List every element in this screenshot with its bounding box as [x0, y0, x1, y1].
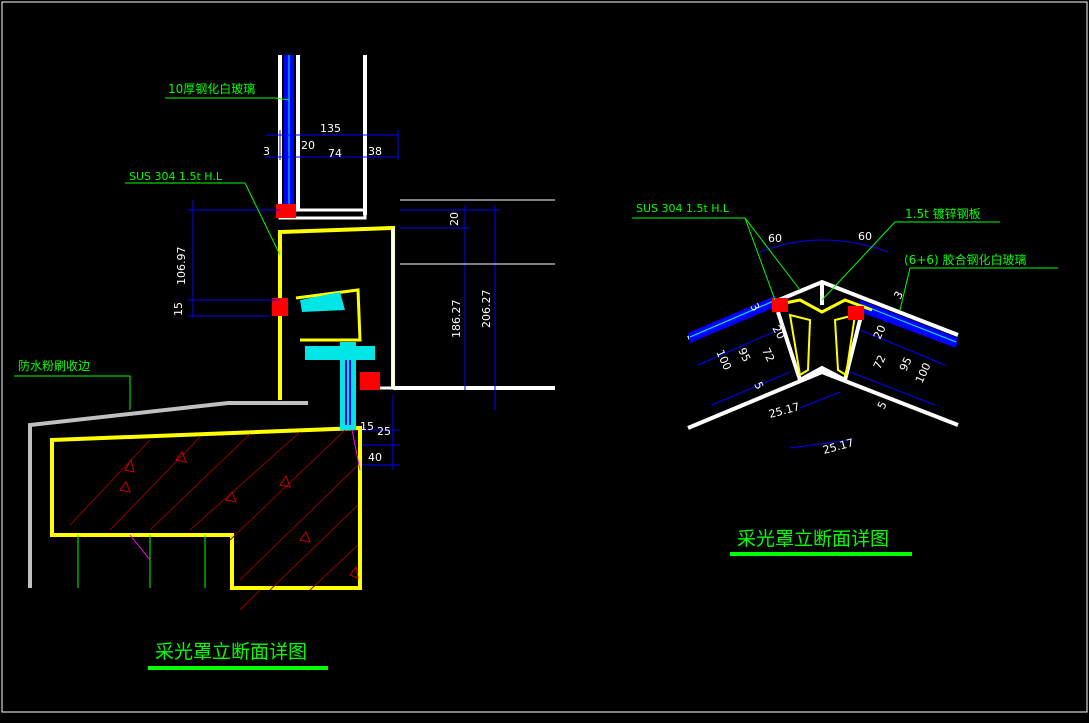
label-laminated-glass: (6+6) 胶合钢化白玻璃 — [904, 252, 1027, 267]
dim-38: 38 — [368, 145, 382, 158]
stainless-steel-profile — [278, 225, 555, 400]
dim-60-left: 60 — [768, 232, 782, 245]
gasket-icon — [276, 204, 296, 218]
dim-5-left: 5 — [751, 380, 766, 392]
dim-106-97: 106.97 — [175, 247, 188, 286]
dim-206-27: 206.27 — [480, 290, 493, 329]
dim-95-left: 95 — [735, 346, 753, 364]
left-detail-title: 采光罩立断面详图 — [155, 641, 307, 663]
right-section-detail: 60 60 3 20 100 95 72 5 3 20 72 95 100 5 … — [632, 202, 1058, 556]
dim-74: 74 — [328, 147, 342, 160]
gasket-left-icon — [772, 298, 788, 312]
viewport-border — [1, 1, 1088, 713]
glass-panel — [276, 55, 367, 220]
dim-5-right: 5 — [875, 399, 890, 411]
dim-20: 20 — [301, 139, 315, 152]
dim-40: 40 — [368, 451, 382, 464]
dim-25-17-b: 25.17 — [821, 436, 855, 457]
cad-drawing-canvas: 135 3 20 74 38 20 106.97 15 186.27 206.2… — [1, 1, 1088, 713]
dim-135: 135 — [320, 122, 341, 135]
label-sus304: SUS 304 1.5t H.L — [129, 170, 223, 183]
dim-100-right: 100 — [913, 361, 934, 386]
dim-3-right: 3 — [891, 289, 906, 302]
dim-25: 25 — [377, 425, 391, 438]
right-detail-title: 采光罩立断面详图 — [737, 528, 889, 550]
dim-95-right: 95 — [897, 355, 915, 373]
concrete-slab — [50, 425, 362, 611]
gasket-right-icon — [848, 306, 864, 320]
dim-25-17-a: 25.17 — [767, 400, 801, 421]
dim-100-left: 100 — [713, 348, 734, 373]
label-galvanized-steel: 1.5t 镀锌钢板 — [905, 207, 981, 221]
dim-186-27: 186.27 — [450, 300, 463, 339]
dim-20-right: 20 — [871, 323, 889, 341]
dim-72-right: 72 — [871, 353, 889, 371]
dim-3: 3 — [263, 145, 270, 158]
anchor-bracket — [272, 292, 380, 471]
label-waterproof: 防水粉刷收边 — [18, 358, 90, 373]
dim-15-bottom: 15 — [360, 420, 374, 433]
label-sus304-right: SUS 304 1.5t H.L — [636, 202, 730, 215]
left-section-detail: 135 3 20 74 38 20 106.97 15 186.27 206.2… — [14, 55, 555, 670]
dim-60-right: 60 — [858, 230, 872, 243]
dimension-lines-right — [697, 239, 946, 449]
dim-72-left: 72 — [759, 346, 777, 364]
dim-15: 15 — [172, 302, 185, 316]
dim-20-vertical: 20 — [448, 212, 461, 226]
label-tempered-glass: 10厚钢化白玻璃 — [168, 81, 255, 96]
